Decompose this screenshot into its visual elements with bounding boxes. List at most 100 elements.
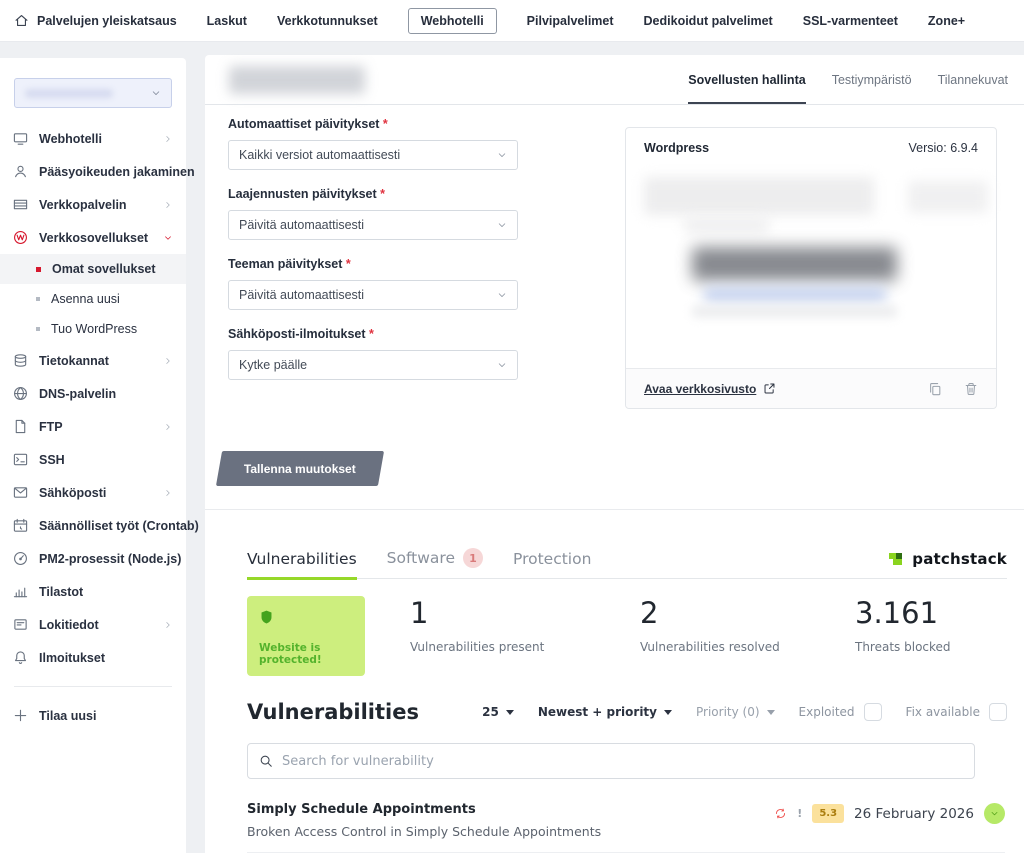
sidebar-item-dns-server[interactable]: DNS-palvelin	[0, 377, 186, 410]
sidebar-subitem-install-new[interactable]: Asenna uusi	[0, 284, 186, 314]
tab-label: Vulnerabilities	[247, 550, 357, 568]
tab-vulnerabilities[interactable]: Vulnerabilities	[247, 550, 357, 580]
topnav-item-zone-plus[interactable]: Zone+	[928, 14, 965, 28]
sidebar: Webhotelli Pääsyoikeuden jakaminen Verkk…	[0, 58, 186, 853]
sort-dropdown[interactable]: Newest + priority	[538, 705, 672, 719]
tab-label: Sovellusten hallinta	[688, 73, 805, 87]
sidebar-item-access-sharing[interactable]: Pääsyoikeuden jakaminen	[0, 155, 186, 188]
sidebar-item-cron-jobs[interactable]: Säännölliset työt (Crontab)	[0, 509, 186, 542]
tab-snapshots[interactable]: Tilannekuvat	[938, 55, 1008, 104]
priority-value: Priority (0)	[696, 705, 760, 719]
sidebar-item-label: SSH	[39, 453, 65, 467]
fix-available-filter[interactable]: Fix available	[906, 703, 1007, 721]
topnav-item-invoices[interactable]: Laskut	[207, 14, 247, 28]
sidebar-item-statistics[interactable]: Tilastot	[0, 575, 186, 608]
chevron-down-icon	[497, 360, 507, 370]
external-link-icon	[763, 382, 776, 395]
redacted-site-name	[25, 89, 113, 98]
database-icon	[13, 353, 28, 368]
tab-application-management[interactable]: Sovellusten hallinta	[688, 55, 805, 104]
theme-updates-select[interactable]: Päivitä automaattisesti	[228, 280, 518, 310]
topnav-item-overview[interactable]: Palvelujen yleiskatsaus	[14, 13, 177, 28]
main-panel: Sovellusten hallinta Testiympäristö Tila…	[205, 55, 1024, 853]
required-asterisk: *	[346, 257, 351, 271]
stat-label: Vulnerabilities resolved	[640, 640, 855, 654]
gauge-icon	[13, 551, 28, 566]
redacted-content	[692, 247, 897, 281]
tab-protection[interactable]: Protection	[513, 550, 591, 580]
vulnerability-row[interactable]: Simply Schedule Appointments Broken Acce…	[247, 802, 1005, 853]
trash-icon[interactable]	[964, 382, 978, 396]
fix-available-checkbox[interactable]	[989, 703, 1007, 721]
patchstack-tabs: Vulnerabilities Software 1 Protection pa…	[247, 543, 1007, 579]
software-count-badge: 1	[463, 548, 483, 568]
plugin-updates-select[interactable]: Päivitä automaattisesti	[228, 210, 518, 240]
sidebar-item-notifications[interactable]: Ilmoitukset	[0, 641, 186, 674]
sidebar-item-webhotelli[interactable]: Webhotelli	[0, 122, 186, 155]
sidebar-item-email[interactable]: Sähköposti	[0, 476, 186, 509]
site-selector-dropdown[interactable]	[14, 78, 172, 108]
sidebar-item-ftp[interactable]: FTP	[0, 410, 186, 443]
stat-value: 2	[640, 598, 855, 630]
required-asterisk: *	[380, 187, 385, 201]
chevron-down-icon	[163, 233, 173, 243]
sidebar-item-pm2-processes[interactable]: PM2-prosessit (Node.js)	[0, 542, 186, 575]
vulnerability-search	[247, 743, 975, 779]
topnav-label: Palvelujen yleiskatsaus	[37, 14, 177, 28]
sidebar-item-databases[interactable]: Tietokannat	[0, 344, 186, 377]
topnav-item-ssl[interactable]: SSL-varmenteet	[803, 14, 898, 28]
sidebar-item-logs[interactable]: Lokitiedot	[0, 608, 186, 641]
exploited-label: Exploited	[799, 705, 855, 719]
monitor-icon	[13, 131, 28, 146]
sidebar-item-ssh[interactable]: SSH	[0, 443, 186, 476]
tab-staging[interactable]: Testiympäristö	[832, 55, 912, 104]
select-value: Päivitä automaattisesti	[239, 218, 364, 232]
save-changes-button[interactable]: Tallenna muutokset	[216, 451, 384, 486]
bullet-icon	[36, 267, 41, 272]
exploited-filter[interactable]: Exploited	[799, 703, 882, 721]
vulnerability-filters: 25 Newest + priority Priority (0) Exploi…	[482, 703, 1007, 721]
topnav-label: Zone+	[928, 14, 965, 28]
open-website-link[interactable]: Avaa verkkosivusto	[644, 382, 776, 396]
chevron-down-icon	[497, 290, 507, 300]
stat-value: 1	[410, 598, 640, 630]
tab-software[interactable]: Software 1	[387, 548, 483, 580]
home-icon	[14, 13, 29, 28]
sidebar-subitem-import-wordpress[interactable]: Tuo WordPress	[0, 314, 186, 344]
field-label: Sähköposti-ilmoitukset *	[228, 327, 518, 341]
priority-dropdown[interactable]: Priority (0)	[696, 705, 775, 719]
sidebar-item-label: Tilastot	[39, 585, 83, 599]
required-asterisk: *	[383, 117, 388, 131]
bullet-icon	[36, 327, 40, 331]
topnav-item-dedicated-servers[interactable]: Dedikoidut palvelimet	[644, 14, 773, 28]
search-input[interactable]	[282, 754, 963, 769]
patchstack-section: Vulnerabilities Software 1 Protection pa…	[205, 510, 1024, 853]
expand-row-button[interactable]	[984, 803, 1005, 824]
topnav-item-webhosting-active[interactable]: Webhotelli	[408, 8, 497, 34]
protected-banner-label: Website is protected!	[259, 642, 355, 666]
content-area: Automaattiset päivitykset * Kaikki versi…	[205, 105, 1024, 853]
bell-icon	[13, 650, 28, 665]
topnav-label: Verkkotunnukset	[277, 14, 378, 28]
stat-value: 3.161	[855, 598, 951, 630]
topnav-item-cloud-servers[interactable]: Pilvipalvelimet	[527, 14, 614, 28]
sidebar-item-web-server[interactable]: Verkkopalvelin	[0, 188, 186, 221]
exploited-checkbox[interactable]	[864, 703, 882, 721]
sidebar-item-label: DNS-palvelin	[39, 387, 116, 401]
email-notifications-select[interactable]: Kytke päälle	[228, 350, 518, 380]
topnav-item-domains[interactable]: Verkkotunnukset	[277, 14, 378, 28]
auto-updates-select[interactable]: Kaikki versiot automaattisesti	[228, 140, 518, 170]
stat-vulnerabilities-present: 1 Vulnerabilities present	[410, 596, 640, 654]
page-size-dropdown[interactable]: 25	[482, 705, 514, 719]
terminal-icon	[13, 452, 28, 467]
protection-overview: Website is protected! 1 Vulnerabilities …	[247, 596, 1007, 676]
redacted-content	[684, 217, 769, 233]
chevron-right-icon	[163, 200, 173, 210]
copy-icon[interactable]	[928, 382, 942, 396]
sidebar-item-web-applications[interactable]: Verkkosovellukset	[0, 221, 186, 254]
sidebar-item-order-new[interactable]: Tilaa uusi	[0, 699, 186, 732]
vulnerability-name: Simply Schedule Appointments	[247, 802, 601, 817]
sidebar-subitem-own-applications[interactable]: Omat sovellukset	[0, 254, 186, 284]
sort-value: Newest + priority	[538, 705, 657, 719]
stat-label: Threats blocked	[855, 640, 951, 654]
